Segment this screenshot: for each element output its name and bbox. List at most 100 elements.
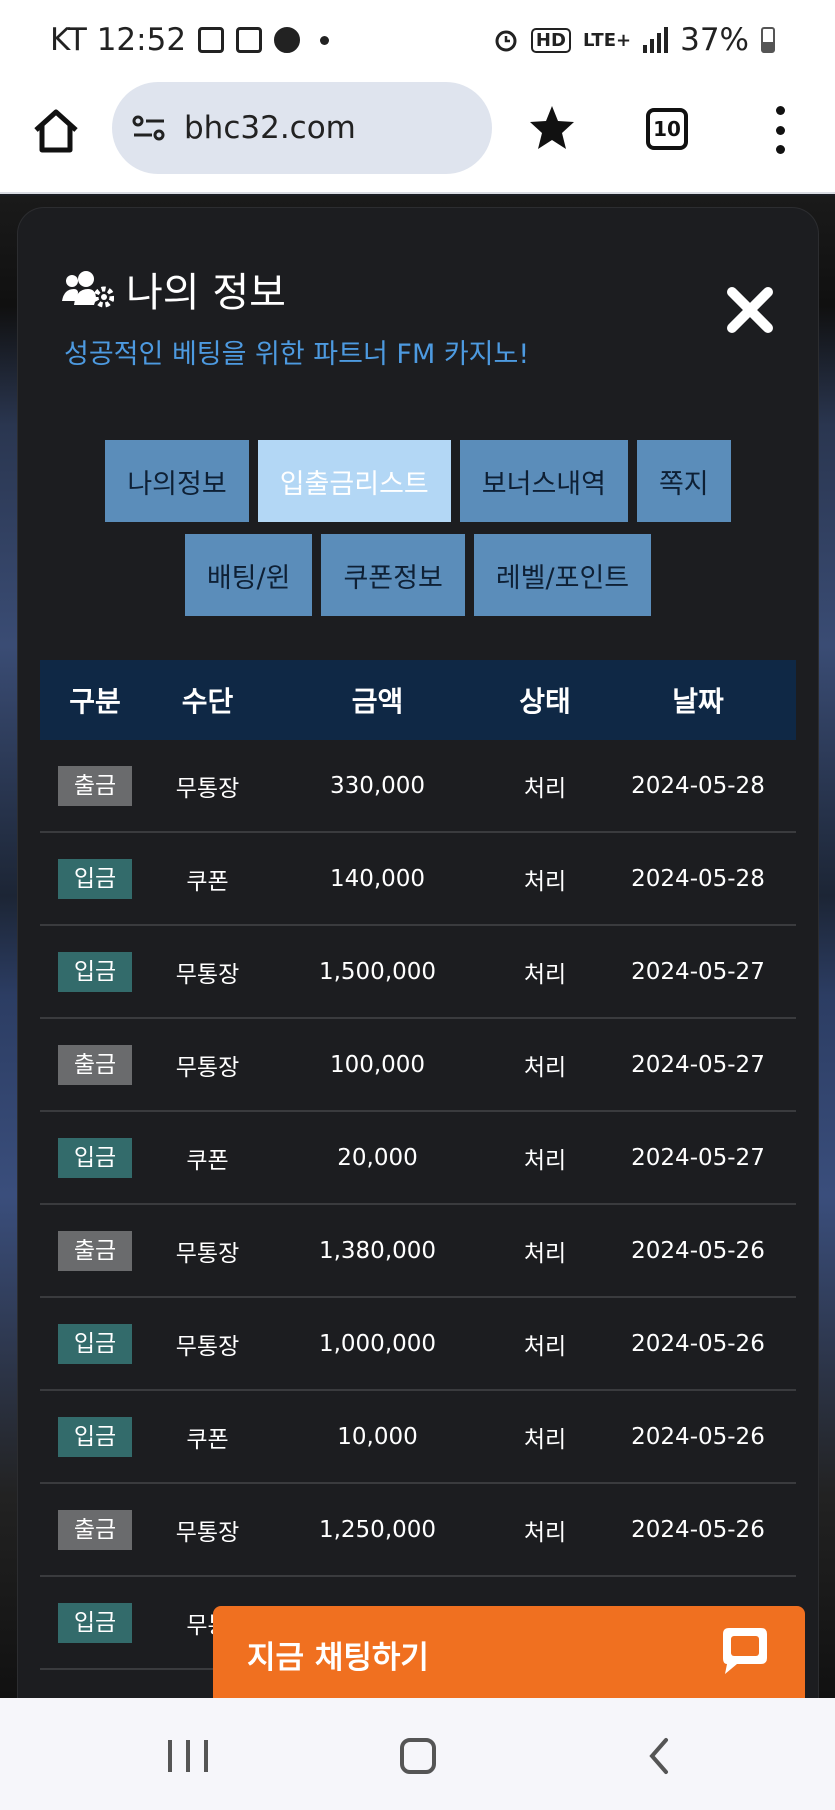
amount-cell: 1,250,000 bbox=[318, 1516, 437, 1543]
amount-cell: 330,000 bbox=[329, 772, 426, 799]
modal-tabs: 나의정보 입출금리스트 보너스내역 쪽지배팅/윈 쿠폰정보 레벨/포인트 bbox=[18, 440, 818, 616]
table-row: 입금 무통장 1,000,000 처리 2024-05-26 bbox=[40, 1298, 796, 1391]
chat-label: 지금 채팅하기 bbox=[247, 1640, 429, 1676]
status-right: HD LTE+ 37% bbox=[493, 22, 775, 58]
type-cell: 입금 bbox=[40, 951, 150, 992]
type-cell: 입금 bbox=[40, 858, 150, 899]
type-cell: 입금 bbox=[40, 1137, 150, 1178]
live-chat-button[interactable]: 지금 채팅하기 bbox=[213, 1606, 805, 1698]
type-badge: 출금 bbox=[58, 1230, 132, 1271]
tab-switcher-button[interactable]: 10 bbox=[646, 108, 688, 150]
tab-3[interactable]: 쪽지 bbox=[636, 440, 731, 522]
tab-0[interactable]: 나의정보 bbox=[105, 440, 249, 522]
method-cell: 쿠폰 bbox=[186, 868, 229, 895]
type-badge: 출금 bbox=[58, 1509, 132, 1550]
date-cell: 2024-05-28 bbox=[631, 772, 765, 799]
modal-title: 나의 정보 bbox=[62, 260, 286, 318]
type-badge: 입금 bbox=[58, 951, 132, 992]
back-icon[interactable] bbox=[640, 1736, 680, 1776]
modal-title-text: 나의 정보 bbox=[126, 270, 286, 316]
table-row: 출금 무통장 1,380,000 처리 2024-05-26 bbox=[40, 1205, 796, 1298]
tab-5[interactable]: 쿠폰정보 bbox=[321, 534, 465, 616]
transaction-table: 구분 수단 금액 상태 날짜 출금 무통장 330,000 처리 2024-05-28 입… bbox=[40, 660, 796, 1670]
type-cell: 출금 bbox=[40, 1230, 150, 1271]
amount-cell: 100,000 bbox=[329, 1051, 426, 1078]
header-type: 구분 bbox=[69, 685, 121, 718]
browser-menu-icon[interactable] bbox=[770, 106, 790, 154]
header-amount: 금액 bbox=[351, 685, 404, 718]
table-row: 입금 쿠폰 140,000 처리 2024-05-28 bbox=[40, 833, 796, 926]
date-cell: 2024-05-26 bbox=[631, 1423, 765, 1450]
status-left: KT 12:52 bbox=[50, 22, 330, 58]
header-date: 날짜 bbox=[672, 685, 724, 718]
my-info-modal: 나의 정보 성공적인 베팅을 위한 파트너 FM 카지노! 나의정보 입출금리스트… bbox=[18, 208, 818, 1698]
type-cell: 출금 bbox=[40, 1509, 150, 1550]
table-row: 입금 쿠폰 10,000 처리 2024-05-26 bbox=[40, 1391, 796, 1484]
tab-1[interactable]: 입출금리스트 bbox=[257, 440, 451, 522]
status-cell: 처리 bbox=[523, 961, 567, 988]
type-cell: 입금 bbox=[40, 1323, 150, 1364]
date-cell: 2024-05-27 bbox=[631, 1144, 765, 1171]
lte-icon: LTE+ bbox=[582, 29, 632, 51]
status-cell: 처리 bbox=[523, 775, 567, 802]
type-cell: 입금 bbox=[40, 1602, 150, 1643]
amount-cell: 20,000 bbox=[337, 1144, 418, 1171]
browser-toolbar: bhc32.com 10 bbox=[0, 82, 835, 194]
status-cell: 처리 bbox=[523, 1240, 567, 1267]
method-cell: 무통장 bbox=[175, 775, 240, 802]
won-icon bbox=[274, 27, 301, 53]
chat-bubble-icon bbox=[723, 1628, 767, 1674]
battery-percent: 37% bbox=[680, 22, 749, 58]
hd-icon: HD bbox=[530, 27, 571, 53]
amount-cell: 140,000 bbox=[329, 865, 426, 892]
type-badge: 입금 bbox=[58, 858, 132, 899]
type-cell: 출금 bbox=[40, 1044, 150, 1085]
users-cog-icon bbox=[62, 271, 114, 308]
table-row: 입금 무통장 1,500,000 처리 2024-05-27 bbox=[40, 926, 796, 1019]
method-cell: 무통장 bbox=[175, 1054, 240, 1081]
close-icon[interactable] bbox=[724, 284, 776, 336]
recent-apps-icon[interactable] bbox=[168, 1740, 208, 1772]
method-cell: 무통장 bbox=[175, 1333, 240, 1360]
header-method: 수단 bbox=[181, 685, 234, 718]
tab-2[interactable]: 보너스내역 bbox=[459, 440, 628, 522]
status-cell: 처리 bbox=[523, 868, 567, 895]
type-cell: 입금 bbox=[40, 1416, 150, 1457]
bookmark-star-icon[interactable] bbox=[526, 102, 578, 154]
status-time: KT 12:52 bbox=[50, 22, 187, 58]
status-cell: 처리 bbox=[523, 1519, 567, 1546]
signal-icon bbox=[643, 27, 669, 53]
date-cell: 2024-05-26 bbox=[631, 1516, 765, 1543]
header-status: 상태 bbox=[519, 685, 571, 718]
tab-4[interactable]: 배팅/윈 bbox=[184, 534, 313, 616]
method-cell: 무통장 bbox=[175, 1240, 240, 1267]
alarm-icon bbox=[495, 30, 517, 52]
android-nav-bar bbox=[0, 1698, 835, 1810]
table-row: 입금 쿠폰 20,000 처리 2024-05-27 bbox=[40, 1112, 796, 1205]
method-cell: 쿠폰 bbox=[186, 1426, 229, 1453]
type-badge: 입금 bbox=[58, 1323, 132, 1364]
type-badge: 입금 bbox=[58, 1602, 132, 1643]
gallery-icon bbox=[198, 27, 225, 53]
date-cell: 2024-05-27 bbox=[631, 1051, 765, 1078]
nav-home-icon[interactable] bbox=[400, 1738, 436, 1774]
type-cell: 출금 bbox=[40, 765, 150, 806]
battery-icon bbox=[761, 27, 775, 53]
table-body: 출금 무통장 330,000 처리 2024-05-28 입금 쿠폰 140,000 처리 202… bbox=[40, 740, 796, 1670]
method-cell: 무통장 bbox=[175, 1519, 240, 1546]
date-cell: 2024-05-27 bbox=[631, 958, 765, 985]
vr-icon bbox=[236, 27, 263, 53]
address-bar[interactable]: bhc32.com bbox=[112, 82, 492, 174]
tab-6[interactable]: 레벨/포인트 bbox=[473, 534, 652, 616]
status-bar: KT 12:52 HD LTE+ 37% bbox=[0, 0, 835, 82]
type-badge: 출금 bbox=[58, 1044, 132, 1085]
method-cell: 무통장 bbox=[175, 961, 240, 988]
home-icon[interactable] bbox=[30, 104, 82, 156]
status-cell: 처리 bbox=[523, 1147, 567, 1174]
amount-cell: 1,380,000 bbox=[318, 1237, 437, 1264]
site-settings-icon[interactable] bbox=[132, 113, 166, 143]
amount-cell: 1,000,000 bbox=[318, 1330, 437, 1357]
type-badge: 입금 bbox=[58, 1137, 132, 1178]
status-cell: 처리 bbox=[523, 1054, 567, 1081]
status-cell: 처리 bbox=[523, 1426, 567, 1453]
